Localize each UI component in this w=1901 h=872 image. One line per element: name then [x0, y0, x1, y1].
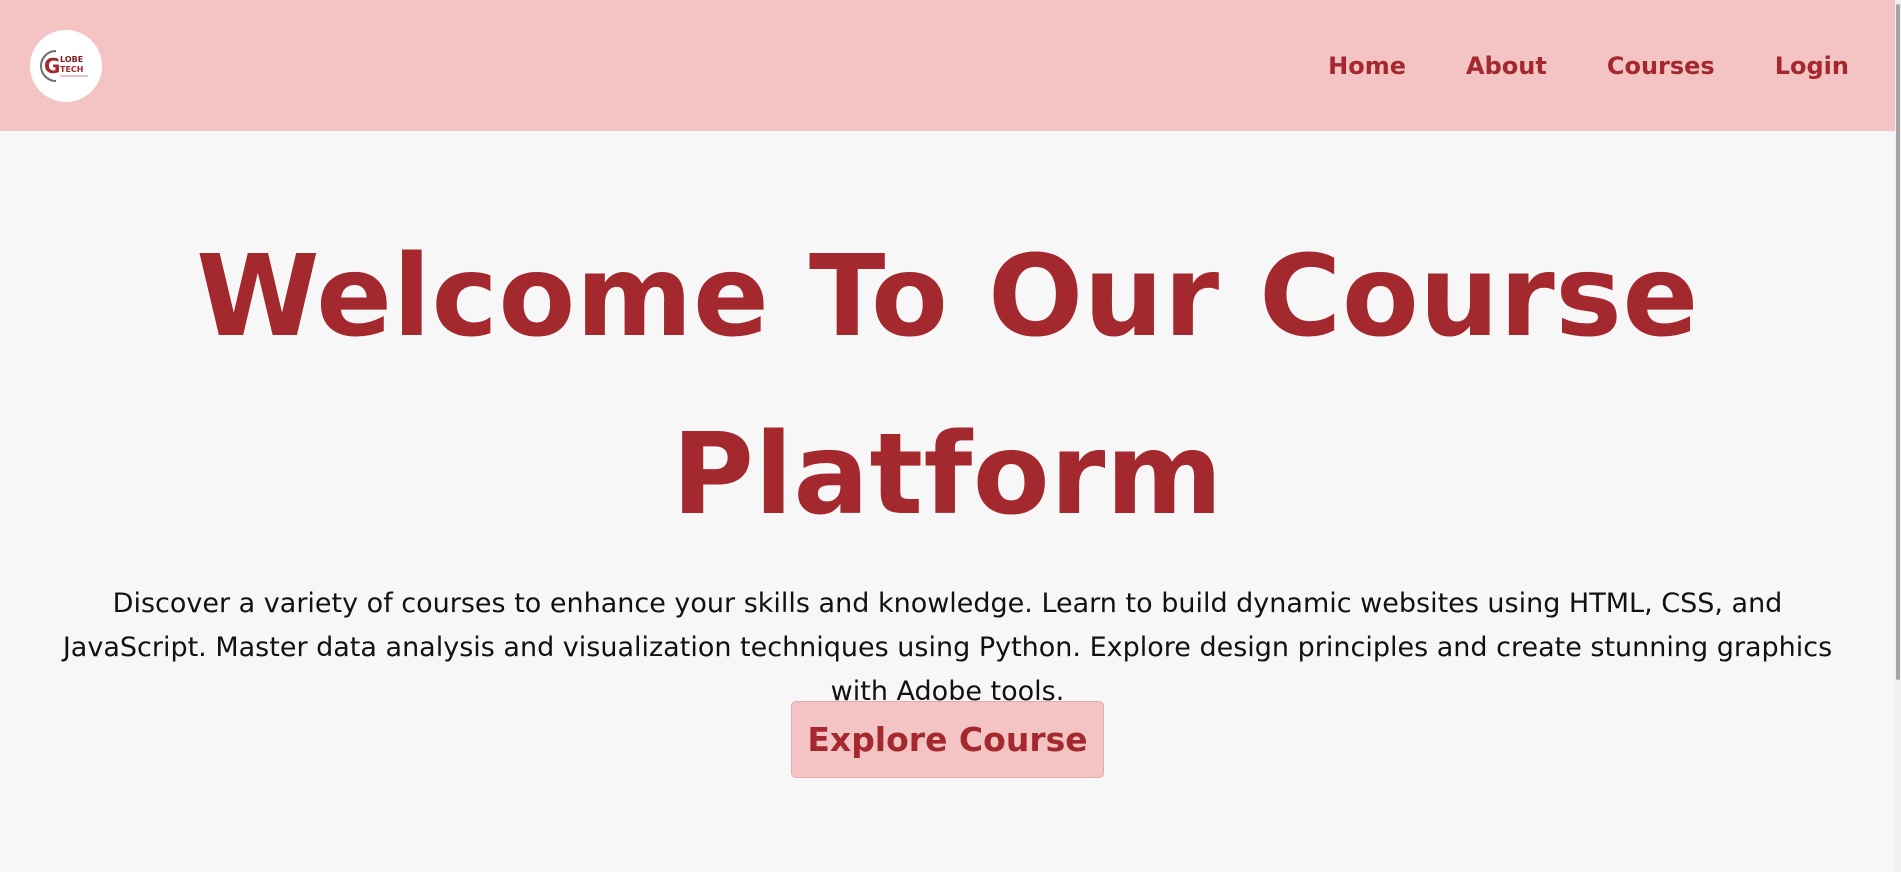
- logo-text-bottom: TECH: [60, 65, 84, 74]
- nav-menu: Home About Courses Login: [1328, 0, 1849, 131]
- nav-link-home[interactable]: Home: [1328, 52, 1406, 80]
- logo[interactable]: G LOBE TECH: [30, 30, 102, 102]
- nav-link-login[interactable]: Login: [1775, 52, 1849, 80]
- explore-course-button[interactable]: Explore Course: [791, 701, 1104, 778]
- navbar: G LOBE TECH Home About Courses Login: [0, 0, 1895, 131]
- nav-link-about[interactable]: About: [1466, 52, 1547, 80]
- logo-letter: G: [44, 54, 60, 78]
- vertical-scrollbar[interactable]: [1895, 0, 1901, 872]
- scrollbar-thumb[interactable]: [1896, 4, 1900, 680]
- page: G LOBE TECH Home About Courses Login Wel…: [0, 0, 1901, 872]
- hero-description: Discover a variety of courses to enhance…: [62, 588, 1833, 707]
- logo-icon: G LOBE TECH: [30, 30, 102, 102]
- logo-text-top: LOBE: [60, 55, 83, 64]
- hero-title: Welcome To Our Course Platform: [196, 232, 1699, 540]
- nav-link-courses[interactable]: Courses: [1607, 52, 1715, 80]
